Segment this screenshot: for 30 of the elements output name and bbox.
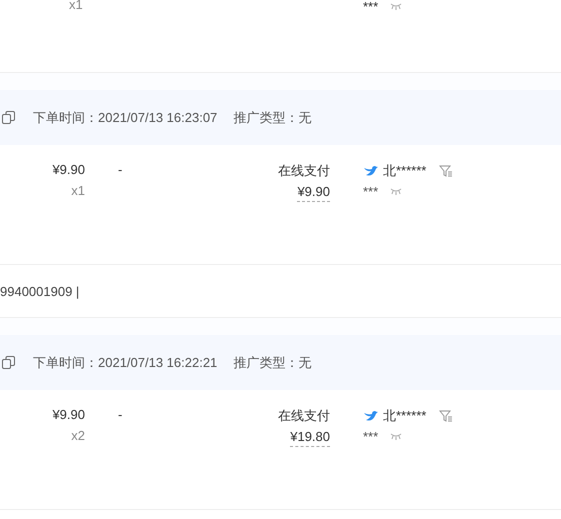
promotion-type: 推广类型：无 (233, 354, 312, 372)
hidden-eye-icon[interactable] (390, 433, 402, 440)
promotion-type: 推广类型：无 (233, 108, 312, 126)
order-time: 下单时间：2021/07/13 16:22:21 (33, 354, 218, 372)
filter-icon[interactable] (439, 410, 454, 422)
paid-amount: ¥9.90 (297, 184, 330, 202)
order-note: 9940001909 | (0, 284, 80, 298)
buyer-name: 北****** (383, 162, 426, 180)
copy-icon[interactable] (2, 111, 15, 124)
buyer-name: 北****** (383, 407, 426, 425)
payment-method: 在线支付 (278, 407, 330, 425)
hidden-eye-icon[interactable] (390, 3, 402, 10)
payment-method: 在线支付 (278, 162, 330, 180)
paid-amount: ¥19.80 (290, 429, 330, 447)
masked-buyer: *** (363, 184, 378, 199)
quantity: x1 (69, 0, 83, 12)
discount: - (118, 162, 122, 179)
bird-icon (363, 410, 378, 422)
quantity: x2 (71, 428, 85, 443)
discount: - (118, 407, 122, 424)
unit-price: ¥9.90 (52, 407, 85, 422)
quantity: x1 (71, 183, 85, 198)
filter-icon[interactable] (439, 165, 454, 177)
hidden-eye-icon[interactable] (390, 188, 402, 195)
order-time: 下单时间：2021/07/13 16:23:07 (33, 108, 218, 126)
masked-buyer: *** (363, 429, 378, 444)
bird-icon (363, 164, 378, 178)
copy-icon[interactable] (2, 356, 15, 369)
unit-price: ¥9.90 (52, 162, 85, 177)
masked-buyer: *** (363, 0, 378, 14)
